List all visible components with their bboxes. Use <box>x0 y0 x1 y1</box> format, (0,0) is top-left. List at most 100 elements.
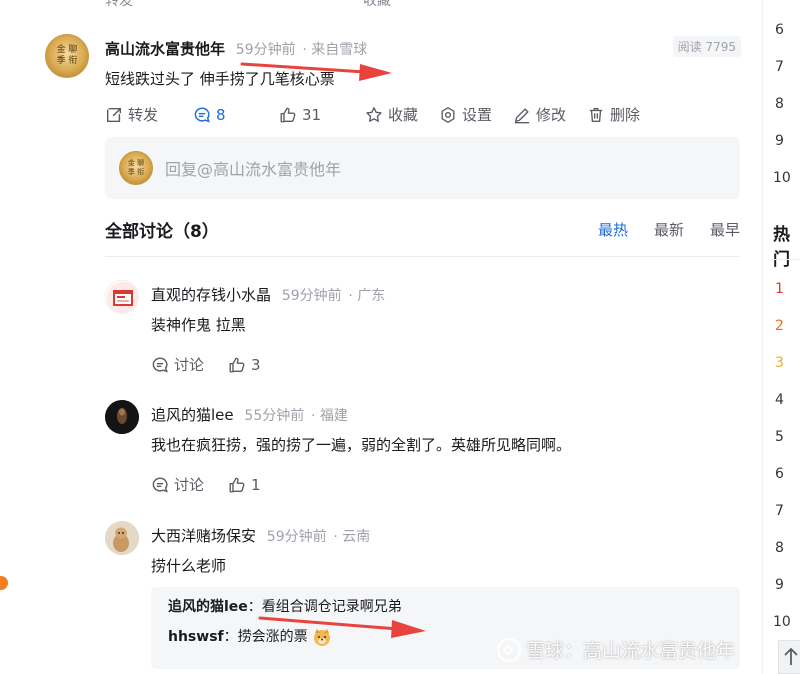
commenter-avatar[interactable] <box>105 400 139 434</box>
sub-reply-sep: ： <box>223 629 238 645</box>
post-header: 高山流水富贵他年 59分钟前 · 来自雪球 <box>105 38 367 59</box>
comment-like-button[interactable]: 3 <box>228 354 261 375</box>
pencil-icon <box>514 107 530 123</box>
prev-likes[interactable] <box>277 0 363 10</box>
rank-number: 8 <box>775 96 784 112</box>
reply-placeholder: 回复@高山流水富贵他年 <box>165 160 342 179</box>
comment-discuss-button[interactable]: 讨论 <box>151 474 204 495</box>
snowball-logo-icon <box>496 637 522 662</box>
post-author[interactable]: 高山流水富贵他年 <box>105 40 225 58</box>
hot-rank-number: 5 <box>775 429 784 445</box>
post-time[interactable]: 59分钟前 <box>236 42 296 58</box>
comment-icon <box>194 107 210 122</box>
rank-number: 10 <box>773 170 791 186</box>
watermark: 雪球：高山流水富贵他年 <box>496 636 735 663</box>
hot-rank-number: 10 <box>773 614 791 630</box>
settings-label: 设置 <box>462 106 493 124</box>
hot-rank-number: 2 <box>775 318 784 334</box>
arrow-annotation-reply <box>258 616 426 638</box>
rank-number: 6 <box>775 22 784 38</box>
comment-like-button[interactable]: 1 <box>228 474 261 495</box>
star-icon <box>366 106 382 122</box>
hot-rank-number: 6 <box>775 466 784 482</box>
hot-title: 热门 <box>773 225 790 270</box>
comment-time[interactable]: 55分钟前 <box>244 408 304 424</box>
hot-rank-number: 1 <box>775 281 784 297</box>
hot-rank-number: 8 <box>775 540 784 556</box>
delete-label: 删除 <box>610 106 641 124</box>
gear-icon <box>441 106 455 123</box>
comment-header: 大西洋赌场保安 59分钟前 · 云南 <box>151 525 370 546</box>
hot-rank-number: 3 <box>775 355 784 371</box>
prev-comments[interactable] <box>191 0 277 10</box>
commenter-avatar[interactable] <box>105 280 139 314</box>
comment-body: 捞什么老师 <box>151 557 227 575</box>
rank-number: 9 <box>775 133 784 149</box>
reply-input[interactable]: 金 聊季 衔 回复@高山流水富贵他年 <box>105 137 740 199</box>
commenter-avatar[interactable] <box>105 521 139 555</box>
author-avatar[interactable]: 金 聊季 衔 <box>45 34 89 78</box>
my-avatar: 金 聊季 衔 <box>119 151 153 185</box>
favorite-label: 收藏 <box>388 106 419 124</box>
thumbs-up-icon <box>280 107 296 122</box>
settings-button[interactable]: 设置 <box>439 104 513 125</box>
like-count: 3 <box>251 355 261 374</box>
arrow-up-icon <box>784 647 798 665</box>
comment-actions: 讨论 1 <box>151 474 261 495</box>
comment-body: 我也在疯狂捞，强的捞了一遍，弱的全割了。英雄所见略同啊。 <box>151 436 572 454</box>
comment-location: · 福建 <box>311 408 348 424</box>
favorite-button[interactable]: 收藏 <box>365 104 439 125</box>
watermark-text: 雪球：高山流水富贵他年 <box>526 640 736 662</box>
thumbs-up-icon <box>229 477 245 492</box>
comment-button[interactable]: 8 <box>193 104 279 125</box>
repost-icon <box>106 107 122 122</box>
comment-icon <box>152 477 168 492</box>
back-to-top-button[interactable] <box>778 640 800 674</box>
comment-item: 追风的猫lee 55分钟前 · 福建 我也在疯狂捞，强的捞了一遍，弱的全割了。英… <box>105 400 740 510</box>
comment-location: · 广东 <box>348 288 386 304</box>
discussion-header: 全部讨论（8） 最热 最新 最早 <box>105 217 740 257</box>
divider <box>771 259 800 260</box>
comment-author[interactable]: 直观的存钱小水晶 <box>151 286 271 304</box>
edit-label: 修改 <box>536 106 567 124</box>
prev-repost[interactable]: 转发 <box>105 0 191 10</box>
like-count: 1 <box>251 475 261 494</box>
trash-icon <box>589 107 603 122</box>
sort-earliest[interactable]: 最早 <box>710 219 740 240</box>
thumbs-up-icon <box>229 357 245 372</box>
repost-label: 转发 <box>128 106 159 124</box>
post-source: · 来自雪球 <box>302 42 368 58</box>
comment-header: 直观的存钱小水晶 59分钟前 · 广东 <box>151 284 385 305</box>
comment-count: 8 <box>216 105 226 124</box>
hot-rank-number: 9 <box>775 577 784 593</box>
view-count: 阅读 7795 <box>672 36 741 57</box>
prev-favorite[interactable]: 收藏 <box>363 0 449 10</box>
like-button[interactable]: 31 <box>279 104 365 125</box>
sort-newest[interactable]: 最新 <box>654 219 684 240</box>
rank-number: 7 <box>775 59 784 75</box>
delete-button[interactable]: 删除 <box>587 104 661 125</box>
comment-author[interactable]: 大西洋赌场保安 <box>151 527 256 545</box>
hot-rank-number: 7 <box>775 503 784 519</box>
right-sidebar: 6 7 8 9 10 热门 1 2 3 4 5 6 7 8 9 10 <box>762 0 800 674</box>
orange-indicator-dot <box>0 576 8 590</box>
comment-icon <box>152 357 168 372</box>
comment-discuss-button[interactable]: 讨论 <box>151 354 204 375</box>
comment-author[interactable]: 追风的猫lee <box>151 406 234 424</box>
comment-item: 直观的存钱小水晶 59分钟前 · 广东 装神作鬼 拉黑 讨论 3 <box>105 280 740 390</box>
hot-rank-number: 4 <box>775 392 784 408</box>
comment-time[interactable]: 59分钟前 <box>267 529 327 545</box>
discuss-label: 讨论 <box>174 476 205 494</box>
sub-reply-author[interactable]: hhswsf <box>168 629 224 645</box>
sort-hot[interactable]: 最热 <box>598 219 628 240</box>
sub-reply-author[interactable]: 追风的猫lee <box>168 599 248 615</box>
like-count: 31 <box>302 105 322 124</box>
edit-button[interactable]: 修改 <box>513 104 587 125</box>
sort-tabs: 最热 最新 最早 <box>598 219 740 240</box>
discussion-title: 全部讨论（8） <box>105 222 219 242</box>
comment-time[interactable]: 59分钟前 <box>282 288 342 304</box>
previous-post-actions: 转发 收藏 <box>105 0 449 10</box>
repost-button[interactable]: 转发 <box>105 104 193 125</box>
comment-body: 装神作鬼 拉黑 <box>151 316 246 334</box>
post-actions: 转发 8 31 收藏 设置 修改 删除 <box>105 104 661 125</box>
